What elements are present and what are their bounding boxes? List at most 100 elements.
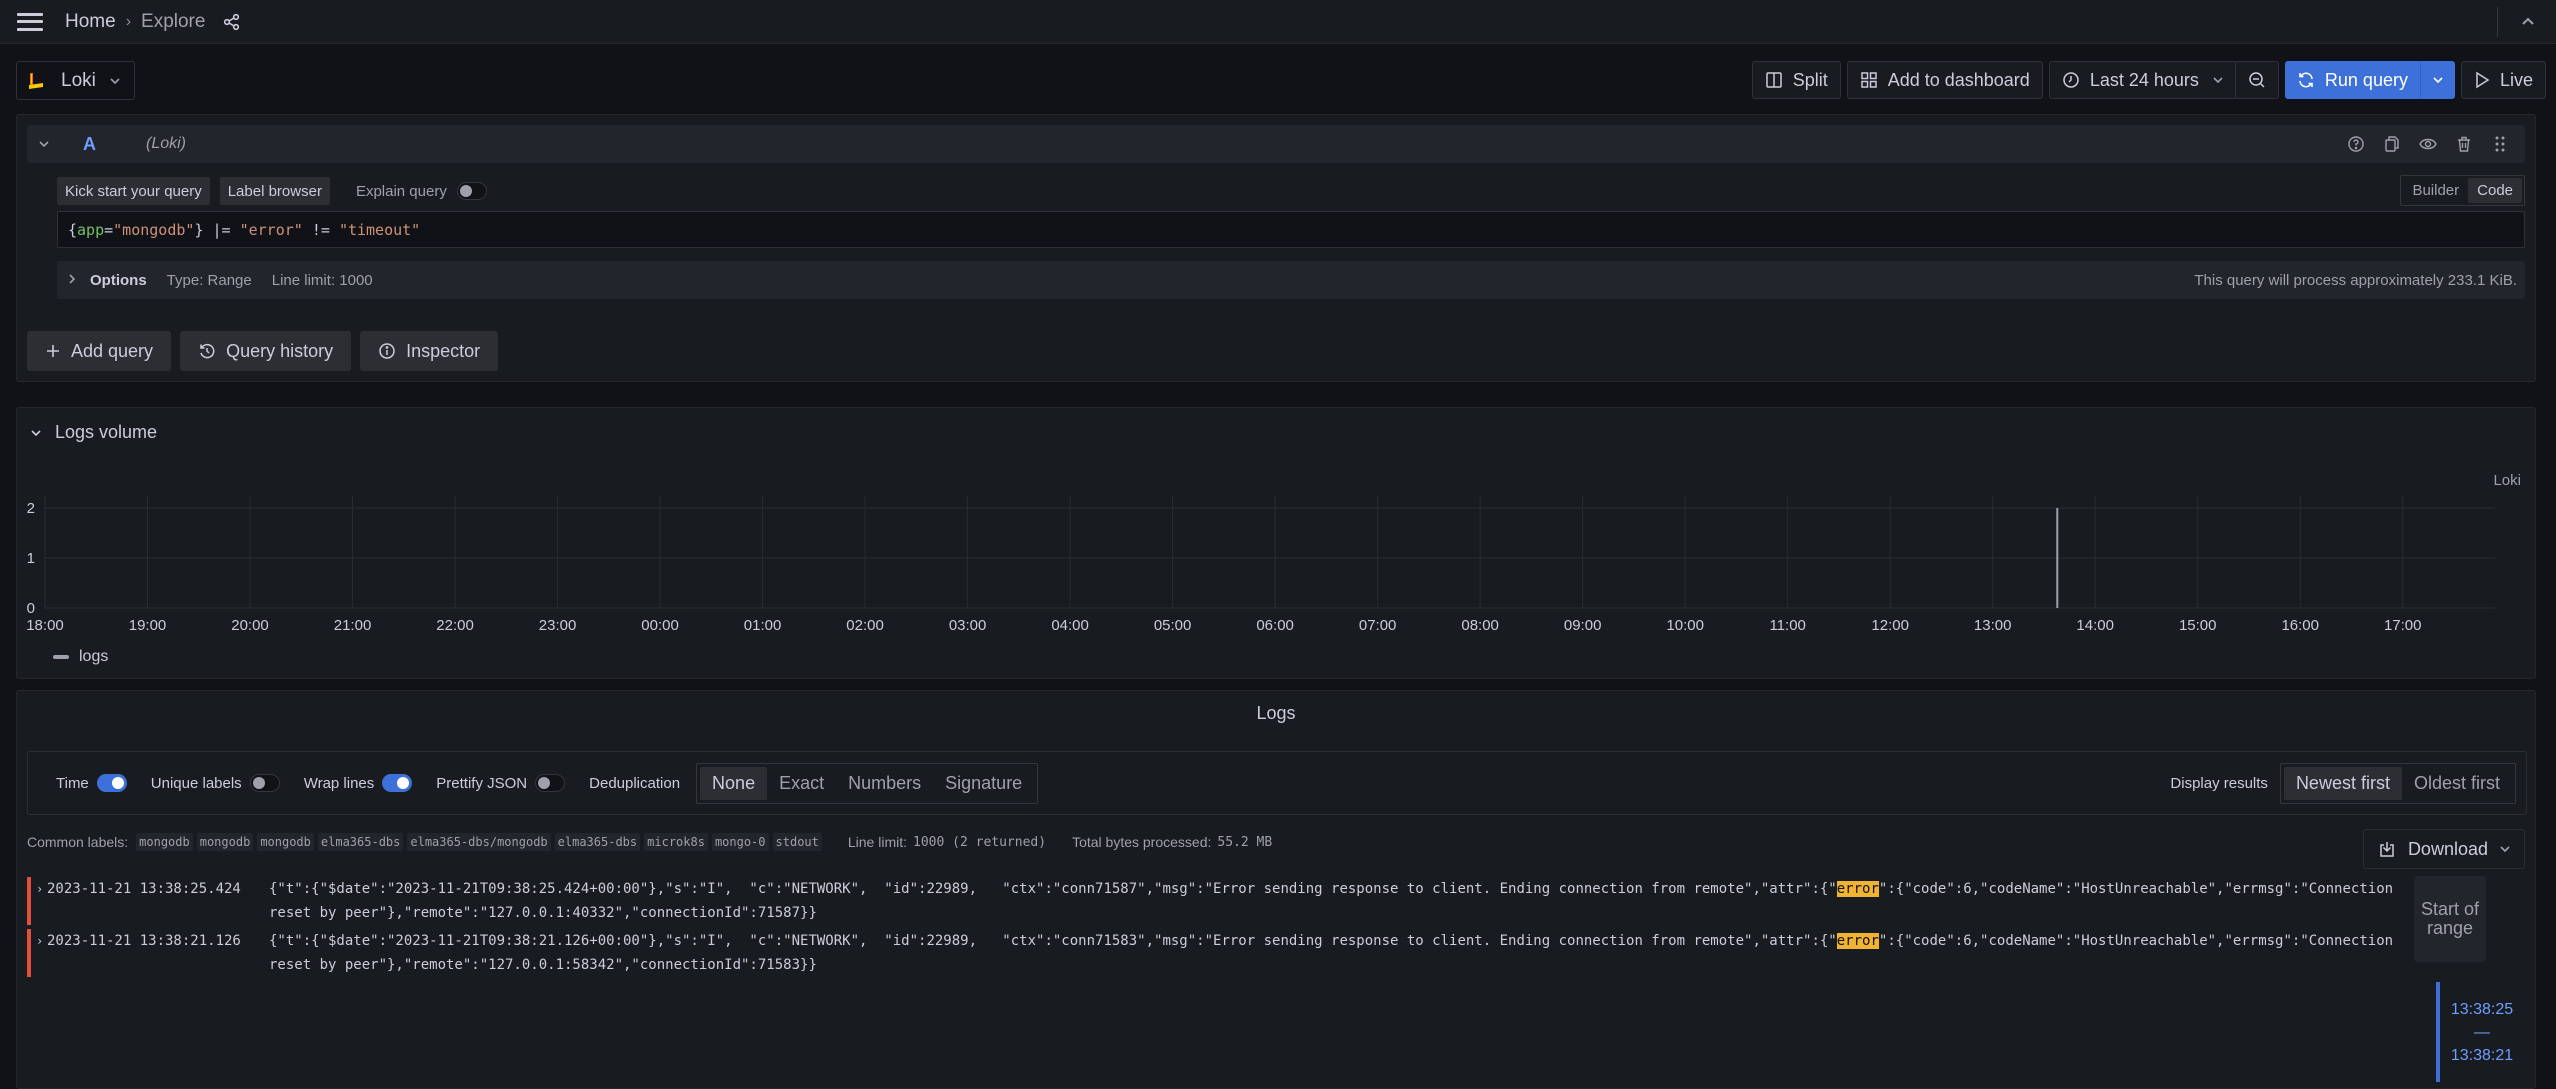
prettify-json-toggle-label: Prettify JSON [436, 774, 528, 792]
refresh-icon [2297, 71, 2315, 89]
query-code-input[interactable]: {app = "mongodb"} |= "error" != "timeout" [57, 211, 2525, 248]
log-range-marker[interactable] [2436, 982, 2440, 1082]
y-tick-label: 1 [27, 550, 35, 567]
log-row[interactable]: › 2023-11-21 13:38:25.424 {"t":{"$date":"2… [27, 877, 2407, 925]
log-line: {"t":{"$date":"2023-11-21T09:38:21.126+0… [269, 929, 2399, 977]
plus-icon [45, 343, 61, 359]
datasource-picker[interactable]: Loki [16, 61, 135, 100]
logs-volume-header[interactable]: Logs volume [31, 422, 157, 443]
inspector-label: Inspector [406, 340, 481, 361]
add-query-button[interactable]: Add query [27, 331, 172, 371]
history-icon [198, 342, 216, 360]
code-mode-tab[interactable]: Code [2468, 178, 2522, 203]
time-toggle[interactable] [96, 774, 127, 792]
zoom-out-icon [2248, 71, 2266, 89]
dedup-numbers[interactable]: Numbers [836, 767, 933, 800]
unique-labels-toggle[interactable] [249, 774, 280, 792]
eye-icon[interactable] [2419, 135, 2439, 155]
x-tick-label: 09:00 [1564, 617, 1602, 634]
start-of-range-button[interactable]: Start of range [2414, 876, 2486, 962]
chevron-down-icon [2433, 76, 2443, 84]
chevron-down-icon [110, 73, 120, 88]
x-tick-label: 05:00 [1154, 617, 1192, 634]
legend-item[interactable]: logs [53, 648, 108, 666]
x-tick-label: 04:00 [1051, 617, 1089, 634]
download-icon [2378, 840, 2396, 858]
menu-icon[interactable] [17, 12, 43, 31]
info-circle-icon [378, 342, 396, 360]
query-history-button[interactable]: Query history [180, 331, 352, 371]
split-icon [1765, 71, 1783, 89]
order-oldest-first[interactable]: Oldest first [2402, 767, 2512, 800]
dashboard-grid-icon [1860, 71, 1878, 89]
x-tick-label: 21:00 [334, 617, 372, 634]
inspector-button[interactable]: Inspector [360, 331, 499, 371]
top-nav-bar: Home › Explore [0, 0, 2556, 44]
trash-icon[interactable] [2455, 135, 2475, 155]
run-query-options-button[interactable] [2421, 61, 2455, 99]
chevron-right-icon[interactable]: › [36, 929, 43, 953]
query-options-row[interactable]: Options Type: Range Line limit: 1000 Thi… [57, 261, 2525, 299]
chevron-up-icon[interactable] [2518, 13, 2538, 31]
common-label-chip: mongodb [257, 833, 314, 851]
x-tick-label: 12:00 [1871, 617, 1909, 634]
y-tick-label: 2 [27, 500, 35, 517]
x-tick-label: 13:00 [1974, 617, 2012, 634]
x-tick-label: 20:00 [231, 617, 269, 634]
x-tick-label: 16:00 [2281, 617, 2319, 634]
x-tick-label: 18:00 [26, 617, 64, 634]
explain-query-toggle[interactable] [456, 182, 487, 200]
datasource-name: Loki [61, 69, 96, 91]
time-range-button[interactable]: Last 24 hours [2050, 62, 2235, 98]
common-labels-row: Common labels: mongodb mongodb mongodb elma… [27, 833, 1272, 851]
duplicate-icon[interactable] [2383, 135, 2403, 155]
query-size-estimate: This query will process approximately 23… [2194, 271, 2517, 289]
dedup-none[interactable]: None [700, 766, 768, 800]
chevron-down-icon [31, 426, 41, 440]
dedup-exact[interactable]: Exact [767, 767, 836, 800]
logs-title: Logs [1256, 703, 1296, 723]
query-token: "error" [239, 220, 303, 239]
chevron-down-icon[interactable] [39, 137, 55, 151]
live-button[interactable]: Live [2460, 61, 2546, 99]
query-ref-id[interactable]: A [83, 134, 96, 155]
log-text: {"t":{"$date":"2023-11-21T09:38:21.126+0… [269, 933, 1837, 949]
logs-volume-panel: Logs volume Loki 0 1 2 18:00 19:00 20:00 21:00… [16, 407, 2536, 679]
breadcrumb-separator: › [125, 12, 132, 30]
chevron-down-icon [2500, 845, 2510, 853]
sort-order-options: Newest first Oldest first [2279, 762, 2516, 804]
options-label: Options [90, 271, 147, 289]
logs-volume-chart[interactable]: 0 1 2 18:00 19:00 20:00 21:00 22:00 23:00 00:00 01… [17, 478, 2537, 668]
kick-start-button[interactable]: Kick start your query [57, 177, 210, 205]
wrap-lines-toggle[interactable] [382, 774, 413, 792]
range-separator: — [2474, 1024, 2490, 1041]
drag-handle-icon[interactable] [2491, 135, 2511, 155]
share-icon[interactable] [223, 13, 241, 31]
run-query-button[interactable]: Run query [2285, 61, 2420, 99]
common-label-chip: microk8s [644, 833, 708, 851]
order-newest-first[interactable]: Newest first [2283, 766, 2402, 800]
query-row-header[interactable]: A (Loki) [27, 125, 2525, 163]
prettify-json-toggle[interactable] [535, 774, 566, 792]
common-labels-label: Common labels: [27, 834, 129, 850]
download-button[interactable]: Download [2362, 829, 2525, 869]
label-browser-button[interactable]: Label browser [219, 177, 330, 205]
chevron-down-icon [2213, 76, 2223, 84]
add-to-dashboard-button[interactable]: Add to dashboard [1846, 61, 2043, 99]
dedup-signature[interactable]: Signature [933, 767, 1034, 800]
log-range-times[interactable]: 13:38:25 — 13:38:21 [2442, 998, 2522, 1067]
query-type: Type: Range [166, 271, 252, 289]
run-query-label: Run query [2324, 69, 2408, 90]
chevron-right-icon[interactable]: › [36, 877, 43, 901]
x-tick-label: 23:00 [539, 617, 577, 634]
log-row[interactable]: › 2023-11-21 13:38:21.126 {"t":{"$date":"2… [27, 929, 2407, 977]
breadcrumb-home[interactable]: Home [65, 11, 116, 33]
builder-mode-tab[interactable]: Builder [2403, 178, 2468, 203]
explore-toolbar: Loki Split Add to dashboard Last 24 hour… [0, 45, 2556, 113]
time-range-label: Last 24 hours [2089, 69, 2199, 90]
search-highlight: error [1836, 933, 1879, 949]
time-toggle-label: Time [56, 774, 89, 792]
zoom-out-button[interactable] [2236, 62, 2278, 98]
help-icon[interactable] [2347, 135, 2367, 155]
split-button[interactable]: Split [1751, 61, 1841, 99]
